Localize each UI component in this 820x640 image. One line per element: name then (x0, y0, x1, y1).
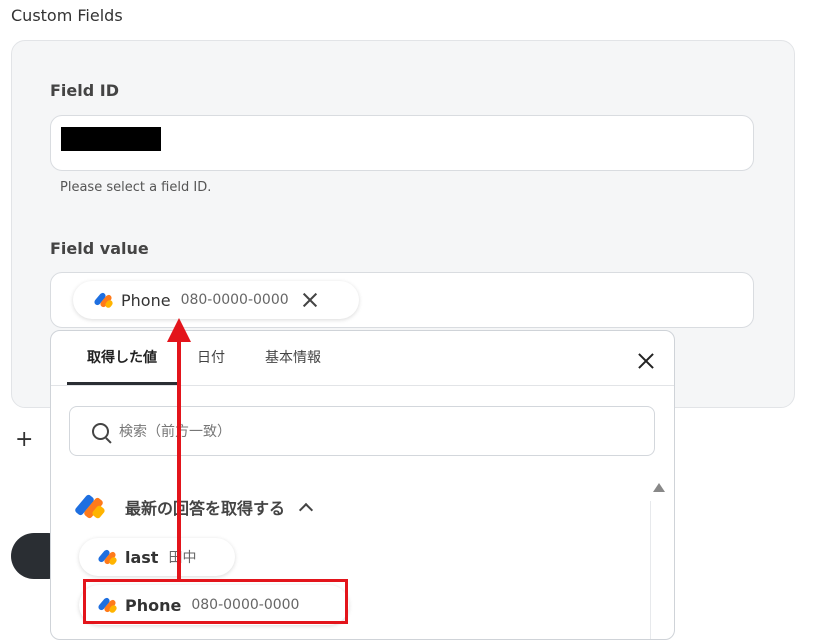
popup-tabs: 取得した値 日付 基本情報 (67, 331, 341, 385)
app-logo-icon (73, 493, 106, 521)
tab-basic-info[interactable]: 基本情報 (245, 331, 341, 385)
app-logo-icon (93, 291, 114, 309)
field-value-label: Field value (50, 239, 149, 258)
app-logo-icon (97, 548, 118, 566)
tab-divider (51, 385, 674, 386)
field-id-help: Please select a field ID. (60, 180, 212, 195)
tab-acquired-values[interactable]: 取得した値 (67, 331, 177, 385)
group-header[interactable]: 最新の回答を取得する (73, 493, 314, 521)
arrow-shaft (177, 338, 181, 580)
group-title: 最新の回答を取得する (125, 499, 286, 518)
scroll-up-arrow[interactable] (653, 483, 665, 492)
redacted-field-id (61, 127, 161, 151)
add-field-icon[interactable]: + (15, 427, 33, 452)
field-value-chip[interactable]: Phone 080-0000-0000 (73, 281, 359, 319)
scrollbar-track[interactable] (650, 501, 651, 639)
item-value: 田中 (168, 550, 197, 566)
close-icon[interactable] (636, 351, 656, 371)
highlight-box (83, 579, 348, 624)
remove-chip-icon[interactable] (301, 291, 319, 309)
chip-name: Phone (121, 290, 171, 310)
section-title: Custom Fields (11, 6, 123, 25)
chip-value: 080-0000-0000 (180, 292, 289, 308)
field-id-label: Field ID (50, 81, 120, 100)
arrow-head (167, 318, 191, 342)
chevron-up-icon[interactable] (298, 502, 314, 518)
search-input[interactable]: 検索（前方一致） (69, 406, 655, 456)
item-name: last (125, 547, 159, 567)
search-placeholder: 検索（前方一致） (119, 424, 231, 440)
search-icon (92, 422, 109, 440)
list-item[interactable]: last 田中 (79, 538, 235, 576)
